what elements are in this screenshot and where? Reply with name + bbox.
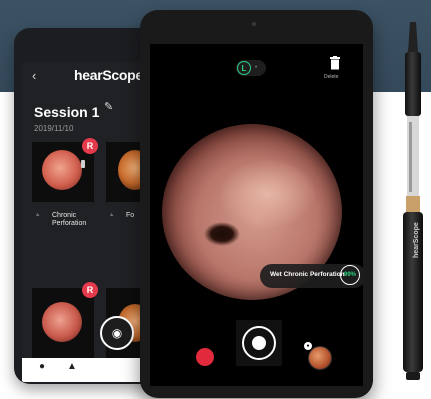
graduation-cap-icon[interactable]: ▲ [66,361,78,373]
camera-icon [252,336,266,350]
diagnosis-result: Wet Chronic Perforation 99% [260,264,363,288]
capture-badge: ● [304,342,312,350]
last-capture-thumbnail[interactable] [308,346,332,370]
camera-button[interactable]: ◉ [100,316,134,350]
confidence-score: 99% [340,265,360,285]
info-icon[interactable]: ● [36,361,48,373]
session-date: 2019/11/10 [34,124,74,133]
ear-image-thumbnail[interactable] [32,288,94,358]
front-camera [252,22,256,26]
right-ear-badge: R [82,282,98,298]
trash-icon[interactable] [329,56,341,70]
toggle-dot: • [255,65,258,71]
back-arrow-icon[interactable]: ‹ [32,68,36,83]
bottom-navigation: ● ▲ ▮ [22,358,156,382]
record-button[interactable] [196,348,214,366]
otoscope-device: hearScope [403,22,423,380]
left-ear-indicator: L [237,61,251,75]
gallery-screen: ‹ hearScope Session 1 ✎ 2019/11/10 R ⫨ C… [22,62,156,382]
right-ear-badge: R [82,138,98,154]
camera-screen: L • Delete Wet Chronic Perforation 99% ● [150,44,363,386]
thumbnail-caption: Fo [126,212,135,219]
thumbnail-caption: Chronic Perforation [52,212,87,227]
diagnosis-label: Wet Chronic Perforation [270,271,345,278]
camera-tablet: L • Delete Wet Chronic Perforation 99% ● [140,10,373,398]
app-logo: hearScope [74,67,143,83]
session-title: Session 1 [34,104,100,120]
battery-icon [81,160,85,168]
ear-side-toggle[interactable]: L • [236,60,266,76]
app-header: ‹ hearScope [22,62,156,88]
tune-icon: ⫨ [110,212,114,218]
tune-icon: ⫨ [36,212,40,218]
shutter-button[interactable] [242,326,276,360]
pencil-icon[interactable]: ✎ [104,100,113,113]
delete-label: Delete [324,74,339,80]
device-brand: hearScope [413,222,420,258]
